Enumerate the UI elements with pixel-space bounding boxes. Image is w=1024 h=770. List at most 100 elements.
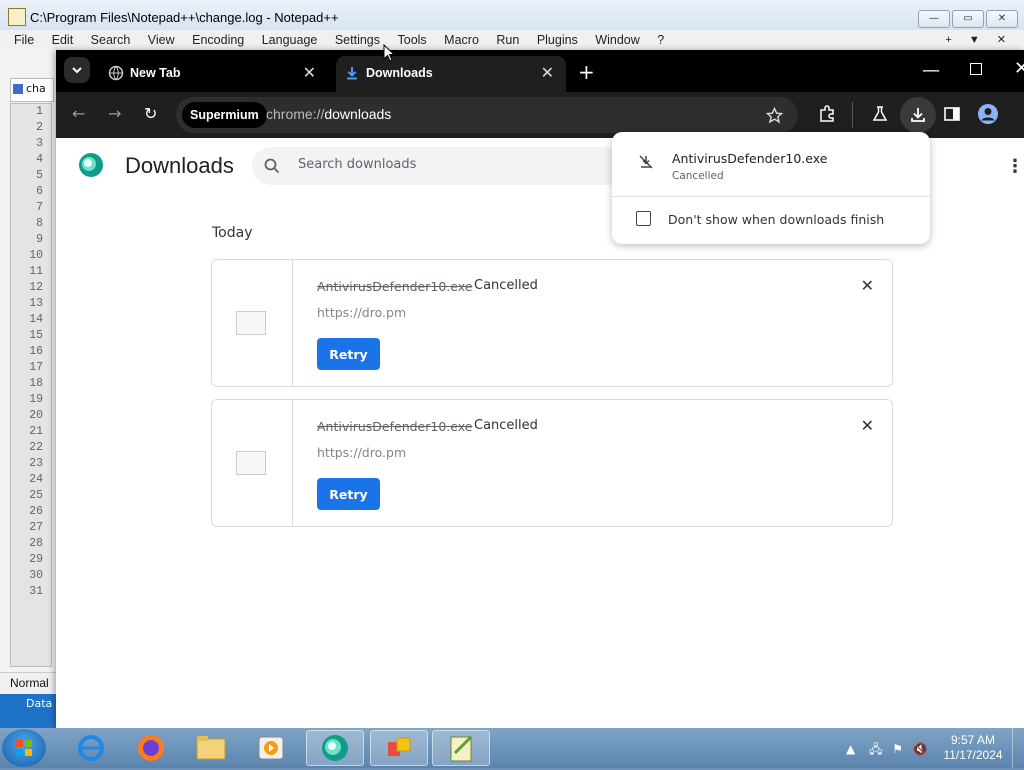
show-hidden-icons-icon[interactable]: ▲	[846, 742, 855, 756]
search-input[interactable]	[296, 156, 600, 173]
menu-tools[interactable]: Tools	[398, 30, 427, 50]
menu-window[interactable]: Window	[595, 30, 639, 50]
close-icon[interactable]: ✕	[1014, 58, 1024, 79]
minimize-icon[interactable]: —	[922, 60, 940, 81]
menu-help[interactable]: ?	[657, 30, 664, 50]
taskbar-office[interactable]	[370, 730, 428, 766]
download-source-link[interactable]: https://dro.pm	[317, 445, 406, 460]
globe-icon	[108, 65, 124, 81]
tab-new-tab[interactable]: New Tab ✕	[100, 56, 328, 92]
line-number: 24	[29, 473, 43, 486]
maximize-icon[interactable]: ▭	[952, 10, 984, 28]
taskbar-supermium[interactable]	[306, 730, 364, 766]
line-number: 7	[36, 201, 43, 214]
profile-avatar-icon[interactable]	[977, 103, 999, 125]
line-number: 12	[29, 281, 43, 294]
notepad-plus-plus-icon	[450, 735, 473, 762]
bottom-window-stub[interactable]: Data	[0, 694, 56, 728]
retry-button[interactable]: Retry	[317, 478, 380, 510]
line-number: 17	[29, 361, 43, 374]
browser-chip[interactable]: Supermium	[182, 102, 267, 128]
bookmark-star-icon[interactable]	[766, 107, 783, 124]
show-desktop-button[interactable]	[1012, 728, 1024, 768]
new-tab-plus-icon[interactable]: +	[578, 60, 595, 84]
menu-view[interactable]: View	[148, 30, 175, 50]
menu-kebab-icon[interactable]: ⋮	[1018, 103, 1024, 122]
system-clock[interactable]: 9:57 AM 11/17/2024	[938, 733, 1008, 763]
reload-icon[interactable]: ↻	[144, 104, 157, 123]
dont-show-checkbox[interactable]	[636, 211, 651, 226]
maximize-icon[interactable]	[970, 63, 982, 75]
action-center-flag-icon[interactable]: ⚑	[892, 742, 903, 756]
remove-item-close-icon[interactable]: ✕	[861, 276, 874, 295]
minimize-icon[interactable]: —	[918, 10, 950, 28]
menu-run[interactable]: Run	[496, 30, 519, 50]
windows-logo-icon	[16, 740, 32, 756]
download-cancelled-icon	[639, 155, 653, 169]
file-icon	[236, 311, 266, 335]
mouse-cursor-icon	[383, 44, 395, 62]
internet-explorer-icon	[78, 735, 104, 761]
line-number: 18	[29, 377, 43, 390]
doc-tab-label: cha	[26, 82, 46, 95]
line-number: 2	[36, 121, 43, 134]
line-number: 31	[29, 585, 43, 598]
download-source-link[interactable]: https://dro.pm	[317, 305, 406, 320]
bubble-divider	[612, 196, 930, 197]
dont-show-label[interactable]: Don't show when downloads finish	[668, 212, 884, 227]
supermium-logo-icon	[79, 153, 103, 177]
menu-edit[interactable]: Edit	[52, 30, 74, 50]
remove-item-close-icon[interactable]: ✕	[861, 416, 874, 435]
line-number: 8	[36, 217, 43, 230]
menu-encoding[interactable]: Encoding	[192, 30, 244, 50]
tab-list-icon[interactable]: ▼	[969, 30, 980, 50]
omnibox[interactable]: Supermium chrome://downloads	[176, 97, 798, 133]
download-filename: AntivirusDefender10.exe	[317, 279, 473, 294]
file-icon-cell	[212, 260, 293, 386]
labs-flask-icon[interactable]	[871, 105, 889, 123]
menu-macro[interactable]: Macro	[444, 30, 479, 50]
forward-arrow-icon[interactable]: →	[108, 104, 121, 123]
taskbar-firefox[interactable]	[122, 730, 180, 766]
retry-button[interactable]: Retry	[317, 338, 380, 370]
clock-date: 11/17/2024	[943, 748, 1003, 762]
line-number: 20	[29, 409, 43, 422]
tab-downloads[interactable]: Downloads ✕	[336, 56, 566, 92]
volume-muted-icon[interactable]: 🔇	[913, 742, 928, 756]
menu-search[interactable]: Search	[91, 30, 131, 50]
back-arrow-icon[interactable]: ←	[72, 104, 85, 123]
line-number: 21	[29, 425, 43, 438]
menu-settings[interactable]: Settings	[335, 30, 380, 50]
bubble-filename[interactable]: AntivirusDefender10.exe	[672, 151, 827, 166]
tab-search-button[interactable]	[64, 57, 90, 83]
close-icon[interactable]: ✕	[986, 10, 1018, 28]
line-number: 6	[36, 185, 43, 198]
taskbar-internet-explorer[interactable]	[62, 730, 120, 766]
side-panel-icon[interactable]	[943, 105, 961, 123]
line-number: 16	[29, 345, 43, 358]
downloads-button[interactable]	[900, 97, 936, 133]
taskbar-notepad-plus-plus[interactable]	[432, 730, 490, 766]
start-button[interactable]	[2, 729, 46, 767]
close-tab-icon[interactable]: ✕	[303, 63, 316, 82]
taskbar-media-player[interactable]	[242, 730, 300, 766]
downloads-bubble: AntivirusDefender10.exe Cancelled Don't …	[612, 132, 930, 244]
close-tab-icon[interactable]: ✕	[541, 63, 554, 82]
menu-language[interactable]: Language	[262, 30, 318, 50]
menu-plugins[interactable]: Plugins	[537, 30, 578, 50]
page-title: Downloads	[125, 153, 234, 178]
line-number: 11	[29, 265, 43, 278]
close-doc-icon[interactable]: ✕	[997, 30, 1006, 50]
new-tab-menu-icon[interactable]: +	[945, 30, 951, 50]
extensions-icon[interactable]	[818, 105, 836, 123]
page-menu-kebab-icon[interactable]: ⋮	[1006, 156, 1024, 177]
menu-file[interactable]: File	[14, 30, 34, 50]
status-mode: Normal	[0, 672, 62, 693]
folder-icon	[196, 736, 226, 760]
url-scheme: chrome://	[266, 106, 325, 122]
notepad-app-icon	[8, 8, 26, 26]
notepad-doc-tab[interactable]: cha	[10, 78, 54, 102]
network-icon[interactable]: 🖧	[869, 742, 882, 756]
taskbar-explorer[interactable]	[182, 730, 240, 766]
system-tray: ▲ 🖧 ⚑ 🔇	[846, 740, 928, 761]
